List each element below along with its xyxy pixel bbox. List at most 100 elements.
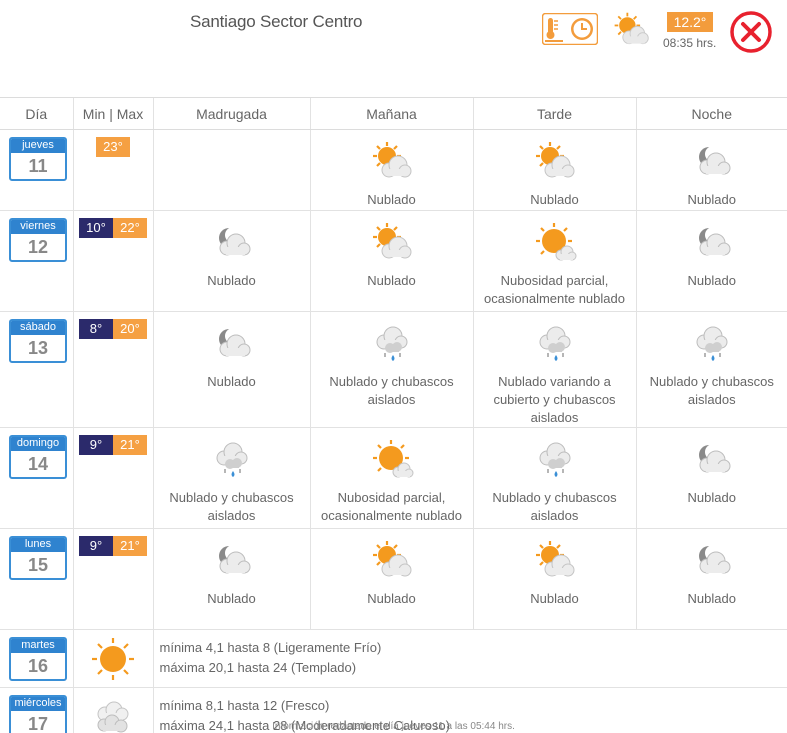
current-temperature: 12.2° xyxy=(667,12,713,32)
sun-cloud-icon xyxy=(614,12,649,45)
period-description: Nublado y chubascos aislados xyxy=(329,374,454,407)
summary-min: mínima 4,1 hasta 8 (Ligeramente Frío) xyxy=(159,640,382,655)
cloud-rain-icon xyxy=(311,322,473,366)
forecast-table: Día Min | Max Madrugada Mañana Tarde Noc… xyxy=(0,97,787,733)
day-cell: martes 16 xyxy=(0,629,73,688)
day-box[interactable]: domingo 14 xyxy=(9,435,67,479)
day-cell: viernes 12 xyxy=(0,210,73,312)
period-description: Nublado y chubascos aislados xyxy=(169,490,294,523)
period-cell: Nublado variando a cubierto y chubascos … xyxy=(472,311,636,428)
col-header-day: Día xyxy=(0,97,73,130)
day-box[interactable]: martes 16 xyxy=(9,637,67,681)
period-description: Nublado variando a cubierto y chubascos … xyxy=(493,374,616,425)
period-cell xyxy=(152,129,310,211)
moon-cloud-icon xyxy=(637,140,787,184)
day-number: 11 xyxy=(28,156,48,176)
day-cell: sábado 13 xyxy=(0,311,73,428)
moon-cloud-icon xyxy=(154,221,310,265)
day-box[interactable]: lunes 15 xyxy=(9,536,67,580)
period-description: Nublado xyxy=(207,591,256,606)
period-description: Nublado xyxy=(530,591,579,606)
day-number: 14 xyxy=(27,454,49,474)
minmax-cell: 9° 21° xyxy=(72,528,153,630)
day-cell: domingo 14 xyxy=(0,427,73,529)
day-name: viernes xyxy=(11,220,65,234)
period-description: Nublado xyxy=(687,273,736,288)
day-number: 15 xyxy=(27,555,49,575)
period-cell: Nublado xyxy=(635,528,787,630)
moon-cloud-icon xyxy=(637,438,787,482)
summary-row: martes 16 mínima 4,1 hasta 8 (Ligeramente … xyxy=(0,629,787,688)
forecast-row: sábado 13 8° 20° Nublado Nublado y chubascos … xyxy=(0,311,787,428)
thermometer-clock-icon[interactable] xyxy=(542,13,598,45)
sun-small-cloud-icon xyxy=(474,221,636,265)
sun-cloud-icon xyxy=(474,539,636,583)
period-cell: Nublado y chubascos aislados xyxy=(152,427,310,529)
col-header-tarde: Tarde xyxy=(472,97,636,130)
moon-cloud-icon xyxy=(637,221,787,265)
sun-cloud-icon xyxy=(474,140,636,184)
col-header-minmax: Min | Max xyxy=(72,97,153,130)
day-number: 12 xyxy=(27,237,49,257)
min-temp: 8° xyxy=(79,319,113,339)
min-temp: 9° xyxy=(79,536,113,556)
period-cell: Nublado y chubascos aislados xyxy=(309,311,473,428)
period-cell: Nublado y chubascos aislados xyxy=(635,311,787,428)
period-description: Nublado xyxy=(367,591,416,606)
period-description: Nubosidad parcial, ocasionalmente nublad… xyxy=(484,273,625,306)
day-box[interactable]: sábado 13 xyxy=(9,319,67,363)
period-cell: Nublado xyxy=(472,528,636,630)
period-cell: Nublado xyxy=(152,311,310,428)
max-temp: 22° xyxy=(113,218,147,238)
max-temp: 23° xyxy=(96,137,130,157)
header: Santiago Sector Centro 12.2° 08:35 hrs. xyxy=(0,0,787,96)
forecast-row: domingo 14 9° 21° Nublado y chubascos aislad… xyxy=(0,427,787,529)
sun-icon xyxy=(90,636,136,682)
day-box[interactable]: jueves 11 xyxy=(9,137,67,181)
cloud-rain-icon xyxy=(474,322,636,366)
period-cell: Nublado xyxy=(472,129,636,211)
col-header-noche: Noche xyxy=(635,97,787,130)
summary-max: máxima 20,1 hasta 24 (Templado) xyxy=(159,660,357,675)
sun-small-cloud-icon xyxy=(311,438,473,482)
day-number: 13 xyxy=(27,338,49,358)
period-cell: Nublado xyxy=(309,129,473,211)
col-header-madrugada: Madrugada xyxy=(152,97,310,130)
min-temp: 9° xyxy=(79,435,113,455)
minmax-cell: 8° 20° xyxy=(72,311,153,428)
moon-cloud-icon xyxy=(154,539,310,583)
period-description: Nublado xyxy=(687,591,736,606)
minmax-cell: 23° xyxy=(72,129,153,211)
day-name: miércoles xyxy=(11,697,65,711)
cloud-rain-icon xyxy=(474,438,636,482)
day-box[interactable]: viernes 12 xyxy=(9,218,67,262)
cloud-rain-icon xyxy=(637,322,787,366)
period-description: Nublado y chubascos aislados xyxy=(649,374,774,407)
period-description: Nublado xyxy=(207,374,256,389)
forecast-row: viernes 12 10° 22° Nublado Nublado Nubosidad p… xyxy=(0,210,787,312)
day-name: domingo xyxy=(11,437,65,451)
period-description: Nublado xyxy=(367,192,416,207)
period-description: Nubosidad parcial, ocasionalmente nublad… xyxy=(321,490,462,523)
moon-cloud-icon xyxy=(637,539,787,583)
forecast-row: jueves 11 23° Nublado Nublado Nublado xyxy=(0,129,787,211)
summary-text: mínima 4,1 hasta 8 (Ligeramente Frío) máx… xyxy=(152,629,787,688)
day-cell: lunes 15 xyxy=(0,528,73,630)
sun-cloud-icon xyxy=(311,140,473,184)
period-cell: Nublado xyxy=(152,210,310,312)
summary-icon-cell xyxy=(72,629,153,688)
minmax-cell: 10° 22° xyxy=(72,210,153,312)
period-cell: Nublado xyxy=(635,427,787,529)
period-description: Nublado xyxy=(367,273,416,288)
close-icon[interactable] xyxy=(729,10,773,54)
period-cell: Nublado xyxy=(309,210,473,312)
day-name: sábado xyxy=(11,321,65,335)
forecast-row: lunes 15 9° 21° Nublado Nublado Nublado Nublado xyxy=(0,528,787,630)
period-description: Nublado y chubascos aislados xyxy=(492,490,617,523)
period-description: Nublado xyxy=(530,192,579,207)
summary-min: mínima 8,1 hasta 12 (Fresco) xyxy=(159,698,330,713)
period-cell: Nublado xyxy=(309,528,473,630)
max-temp: 21° xyxy=(113,435,147,455)
max-temp: 20° xyxy=(113,319,147,339)
current-time: 08:35 hrs. xyxy=(663,36,717,50)
